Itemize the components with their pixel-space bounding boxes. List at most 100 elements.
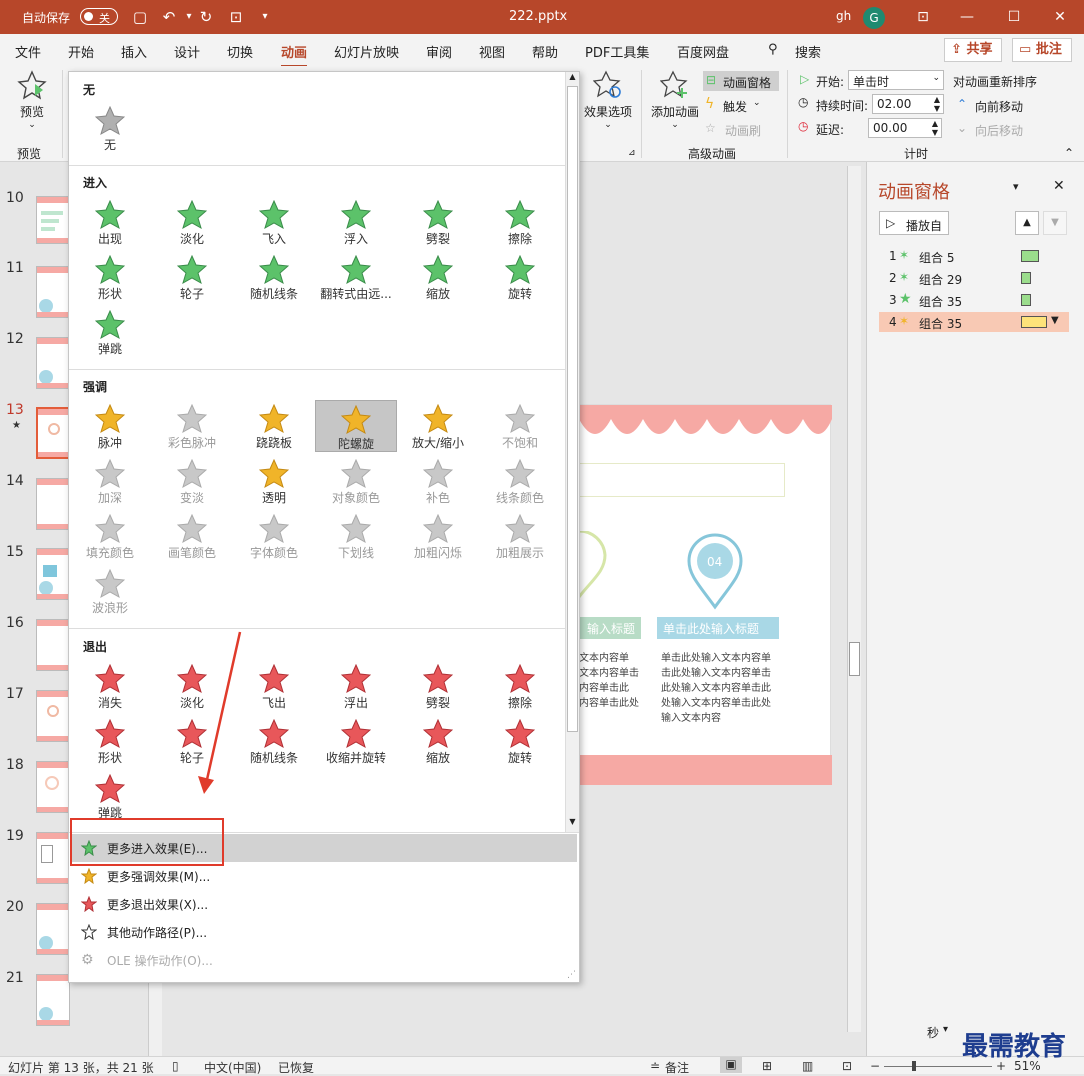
emphasis-effect[interactable]: 加粗闪烁 [397,510,479,562]
entrance-effect[interactable]: 轮子 [151,251,233,303]
zoom-out-icon[interactable]: − [870,1059,880,1073]
emphasis-effect[interactable]: 放大/缩小 [397,400,479,452]
zoom-slider-thumb[interactable] [912,1061,916,1071]
spelling-icon[interactable]: ▯ [172,1059,179,1073]
animation-item[interactable]: 2 ✶ 组合 29 [879,268,1069,288]
item-dropdown-icon[interactable]: ▼ [1051,315,1059,326]
slide-thumb-12[interactable] [36,337,70,389]
gallery-scrollbar[interactable]: ▲ ▼ [565,72,579,832]
close-pane-icon[interactable]: ✕ [1053,178,1065,194]
avatar[interactable]: G [863,7,885,29]
exit-effect[interactable]: 形状 [69,715,151,767]
maximize-icon[interactable]: ☐ [1003,6,1025,28]
emphasis-effect[interactable]: 波浪形 [69,565,151,617]
resize-grip-icon[interactable]: ⋰ [567,970,576,980]
tab-insert[interactable]: 插入 [121,42,147,61]
play-from-button[interactable]: ▷ 播放自 [879,211,949,235]
entrance-effect[interactable]: 出现 [69,196,151,248]
animation-item[interactable]: 1 ✶ 组合 5 [879,246,1069,266]
emphasis-effect[interactable]: 下划线 [315,510,397,562]
emphasis-effect[interactable]: 补色 [397,455,479,507]
slide-thumb-10[interactable] [36,196,70,244]
tab-pdf-tools[interactable]: PDF工具集 [585,42,649,61]
slide-thumb-18[interactable] [36,761,70,813]
pane-options-icon[interactable]: ▾ [1013,180,1019,193]
slide-thumb-19[interactable] [36,832,70,884]
emphasis-effect[interactable]: 加粗展示 [479,510,561,562]
slide-thumb-17[interactable] [36,690,70,742]
caption-box-left[interactable]: 输入标题 [579,617,641,639]
more-exit-effects[interactable]: 更多退出效果(X)... [71,890,577,918]
emphasis-effect[interactable]: 字体颜色 [233,510,315,562]
autosave-toggle[interactable]: 关 [80,8,118,25]
emphasis-effect[interactable]: 填充颜色 [69,510,151,562]
customize-qat-icon[interactable]: ▾ [256,8,274,26]
entrance-effect[interactable]: 浮入 [315,196,397,248]
current-slide[interactable]: 04 输入标题 单击此处输入标题 文本内容单 文本内容单击 内容单击此 内容单击… [578,404,832,785]
entrance-effect[interactable]: 旋转 [479,251,561,303]
tab-slideshow[interactable]: 幻灯片放映 [334,42,399,61]
exit-effect[interactable]: 擦除 [479,660,561,712]
slide-thumb-15[interactable] [36,548,70,600]
exit-effect[interactable]: 浮出 [315,660,397,712]
entrance-effect[interactable]: 劈裂 [397,196,479,248]
spinner-arrows-icon[interactable]: ▲ ▼ [934,95,940,113]
tab-file[interactable]: 文件 [15,42,41,61]
undo-dropdown-icon[interactable]: ▾ [180,8,198,26]
tab-review[interactable]: 审阅 [426,42,452,61]
reading-view-icon[interactable]: ▥ [802,1059,813,1073]
title-placeholder[interactable] [579,463,785,497]
animation-pane-button[interactable]: ⊟ 动画窗格 [703,71,779,91]
emphasis-effect[interactable]: 跷跷板 [233,400,315,452]
emphasis-effect[interactable]: 透明 [233,455,315,507]
exit-effect[interactable]: 缩放 [397,715,479,767]
entrance-effect[interactable]: 形状 [69,251,151,303]
tab-home[interactable]: 开始 [68,42,94,61]
emphasis-effect[interactable]: 线条颜色 [479,455,561,507]
scroll-thumb[interactable] [849,642,860,676]
slide-thumb-16[interactable] [36,619,70,671]
present-icon[interactable]: ⊡ [227,8,245,26]
exit-effect[interactable]: 弹跳 [69,770,151,822]
entrance-effect[interactable]: 弹跳 [69,306,151,358]
undo-icon[interactable]: ↶ [160,8,178,26]
scroll-up-icon[interactable]: ▲ [566,72,579,86]
tab-design[interactable]: 设计 [174,42,200,61]
emphasis-effect[interactable]: 加深 [69,455,151,507]
other-motion-paths[interactable]: 其他动作路径(P)... [71,918,577,946]
dialog-launcher-icon[interactable]: ⊿ [628,148,636,158]
body-text-right[interactable]: 单击此处输入文本内容单 击此处输入文本内容单击 此处输入文本内容单击此 处输入文… [661,651,785,726]
emphasis-effect[interactable]: 变淡 [151,455,233,507]
add-animation-button[interactable]: 添加动画 ⌄ [648,70,702,136]
animation-item[interactable]: 3 ★ 组合 35 [879,290,1069,310]
start-select[interactable]: 单击时 ⌄ [848,70,944,90]
entrance-effect[interactable]: 翻转式由远... [315,251,397,303]
emphasis-effect[interactable]: 陀螺旋 [315,400,397,452]
slide-sorter-icon[interactable]: ⊞ [762,1059,772,1073]
comment-button[interactable]: ▭ 批注 [1012,38,1072,62]
seconds-dropdown-icon[interactable]: ▾ [943,1024,948,1035]
redo-icon[interactable]: ↻ [197,8,215,26]
preview-button[interactable]: 预览 ⌄ [10,70,54,136]
slide-thumb-20[interactable] [36,903,70,955]
save-icon[interactable]: ▢ [131,8,149,26]
effect-none[interactable]: 无 [69,102,151,154]
entrance-effect[interactable]: 擦除 [479,196,561,248]
slide-thumb-21[interactable] [36,974,70,1026]
animation-item-selected[interactable]: 4 ✶ 组合 35 ▼ [879,312,1069,332]
exit-effect[interactable]: 旋转 [479,715,561,767]
slide-thumb-13[interactable] [36,407,70,459]
entrance-effect[interactable]: 缩放 [397,251,479,303]
collapse-ribbon-icon[interactable]: ⌃ [1064,146,1074,160]
zoom-slider[interactable] [884,1066,992,1067]
canvas-scrollbar[interactable] [847,166,861,1032]
language[interactable]: 中文(中国) [204,1059,261,1076]
tab-transitions[interactable]: 切换 [227,42,253,61]
minimize-icon[interactable]: — [956,6,978,28]
slideshow-icon[interactable]: ⊡ [842,1059,852,1073]
ribbon-display-icon[interactable]: ⊡ [912,6,934,28]
scroll-down-icon[interactable]: ▼ [566,817,579,831]
trigger-button[interactable]: ϟ 触发 ⌄ [705,95,765,115]
slide-thumb-11[interactable] [36,266,70,318]
body-text-left[interactable]: 文本内容单 文本内容单击 内容单击此 内容单击此处 [579,651,639,711]
